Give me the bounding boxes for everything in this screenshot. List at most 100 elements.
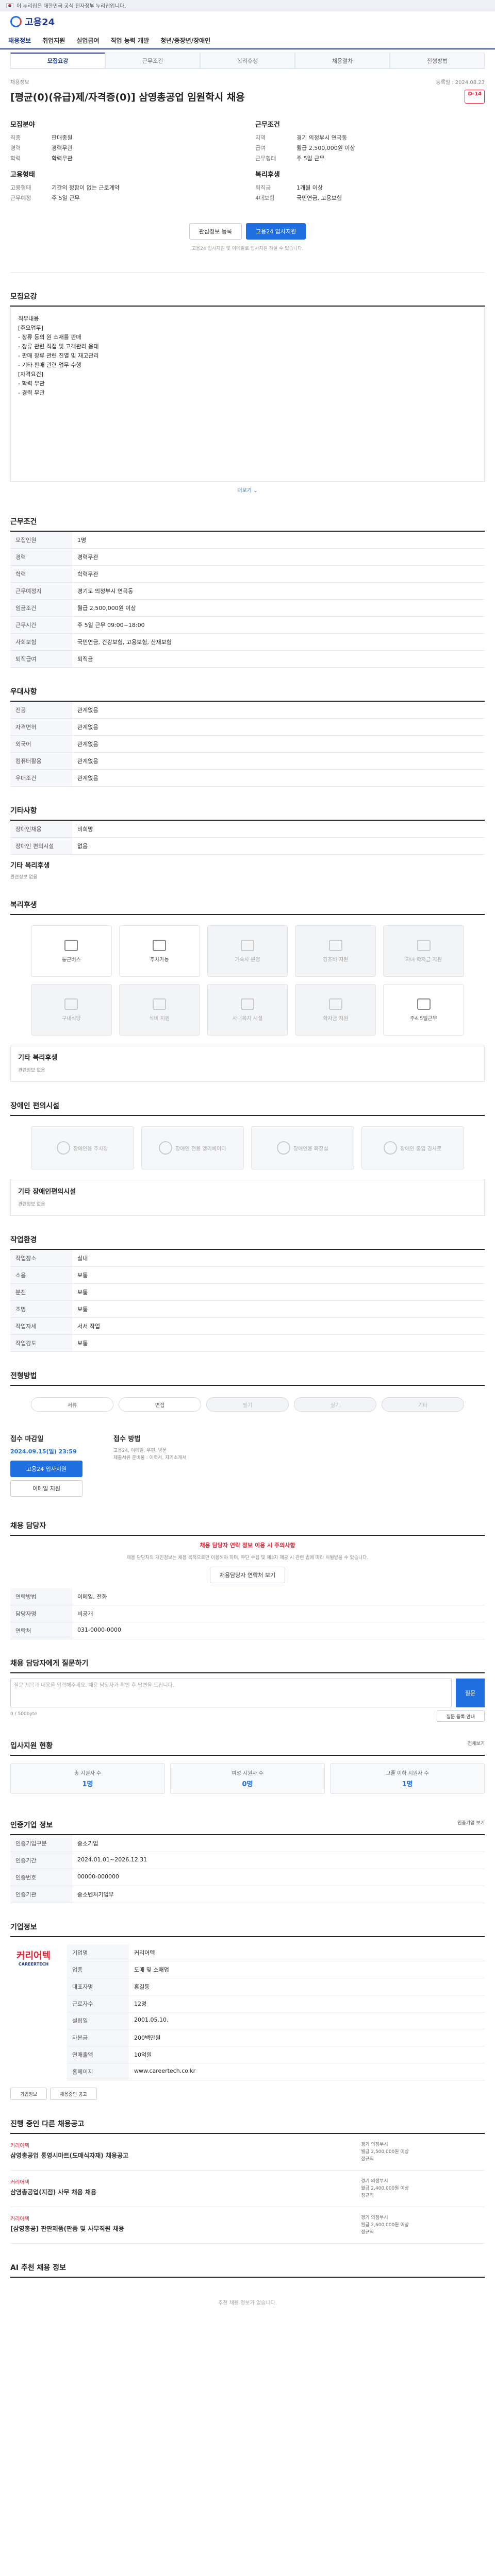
workenv-table: 작업장소 실내 소음 보통 분진 보통 조명 보통 작업자세 서서 작업 작업강도 보통 xyxy=(10,1250,485,1352)
docs-value: 제출서류 준비물 : 이력서, 자기소개서 xyxy=(113,1455,187,1461)
company-jobs-button[interactable]: 채용중인 공고 xyxy=(50,2088,97,2100)
stat-value: 1명 xyxy=(402,1781,413,1788)
job-type: 정규직 xyxy=(361,2193,374,2198)
question-input[interactable]: 질문 제목과 내용을 입력해주세요. 채용 담당자가 확인 후 답변을 드립니다… xyxy=(10,1679,452,1707)
job-item-title[interactable]: [삼영총공] 판판제품(판품 및 사무직원 채용 xyxy=(10,2224,124,2233)
gov-banner: 이 누리집은 대한민국 공식 전자정부 누리집입니다. xyxy=(0,0,495,11)
step-pill: 실기 xyxy=(294,1397,376,1412)
question-guide-button[interactable]: 질문 등록 안내 xyxy=(436,1710,485,1722)
row-value: 2001.05.10. xyxy=(129,2012,485,2029)
table-row: 인증번호 00000-000000 xyxy=(10,1869,485,1886)
preference-section: 우대사항 전공 관계없음 자격면허 관계없음 외국어 관계없음 컴퓨터활용 관계없음 우대조건 관… xyxy=(10,686,485,787)
apply-note: 고용24 입사지원 및 이메일로 입사지원 하실 수 있습니다. xyxy=(191,246,304,251)
row-value: 관계없음 xyxy=(72,752,485,770)
step-pill: 필기 xyxy=(206,1397,289,1412)
job-item-title[interactable]: 삼영총공업(지점) 사무 채용 채용 xyxy=(10,2188,96,2196)
stat-card: 고졸 이하 지원자 수 1명 xyxy=(330,1763,485,1794)
scrap-button[interactable]: 관심정보 등록 xyxy=(189,223,242,240)
stat-label: 총 지원자 수 xyxy=(74,1771,102,1776)
company-section: 기업정보 커리어텍 CAREERTECH 기업명 커리어텍 업종 도매 및 소매업 대표… xyxy=(10,1922,485,2100)
section-title: 기업정보 xyxy=(10,1922,485,1937)
stat-value: 1명 xyxy=(82,1781,93,1788)
step-pill: 기타 xyxy=(382,1397,464,1412)
welfare-icon xyxy=(328,939,342,951)
welfare-icon xyxy=(64,998,78,1010)
deadline-value: 2024.09.15(일) 23:59 xyxy=(10,1448,77,1455)
kv-value: 월급 2,500,000원 이상 xyxy=(296,145,355,151)
job-list-item[interactable]: 커리어텍 삼영총공업 통영시마트(도매식자재) 채용공고 경기 의정부시 월급 2,5… xyxy=(10,2134,485,2171)
site-logo[interactable]: 고용24 xyxy=(10,15,55,28)
tab-welfare[interactable]: 복리후생 xyxy=(200,53,295,68)
nav-item-jobs[interactable]: 채용정보 xyxy=(8,36,31,45)
job-salary: 월급 2,500,000원 이상 xyxy=(361,2149,409,2155)
tab-conditions[interactable]: 근무조건 xyxy=(105,53,200,68)
table-row: 인증기간 2024.01.01~2026.12.31 xyxy=(10,1852,485,1869)
nav-item-training[interactable]: 직업 능력 개발 xyxy=(111,36,150,45)
company-info-button[interactable]: 기업정보 xyxy=(10,2088,47,2100)
job-location: 경기 의정부시 xyxy=(361,2179,388,2184)
welfare-label: 주4.5일근무 xyxy=(410,1015,437,1022)
stat-more-link[interactable]: 전체보기 xyxy=(468,1740,485,1751)
row-label: 컴퓨터활용 xyxy=(10,752,72,770)
cert-more-link[interactable]: 인증기업 보기 xyxy=(457,1820,485,1830)
table-row: 연락방법 이메일, 전화 xyxy=(10,1588,485,1605)
row-value: 퇴직금 xyxy=(72,650,485,668)
row-value: 관계없음 xyxy=(72,702,485,719)
job-list-item[interactable]: 커리어텍 [삼영총공] 판판제품(판품 및 사무직원 채용 경기 의정부시 월급 2,… xyxy=(10,2207,485,2244)
conditions-section: 근무조건 모집인원 1명 경력 경력무관 학력 학력무관 근무예정지 경기도 의정부시 연곡동… xyxy=(10,516,485,668)
show-contact-button[interactable]: 채용담당자 연락처 보기 xyxy=(209,1567,286,1583)
question-count: 0 / 500byte xyxy=(10,1711,37,1717)
company-logo: 커리어텍 CAREERTECH xyxy=(10,1944,57,1970)
row-value: 주 5일 근무 09:00~18:00 xyxy=(72,616,485,634)
accessibility-icon xyxy=(159,1141,173,1155)
table-row: 우대조건 관계없음 xyxy=(10,769,485,787)
disability-section: 장애인 편의시설 장애인용 주차장 장애인 전용 엘리베이터 장애인용 화장실 장애인… xyxy=(10,1100,485,1216)
row-label: 연락방법 xyxy=(10,1588,72,1605)
tab-process[interactable]: 채용절차 xyxy=(295,53,390,68)
row-value: 이메일, 전화 xyxy=(72,1588,485,1605)
stat-section: 입사지원 현황 전체보기 총 지원자 수 1명 여성 지원자 수 0명 고졸 이하 지원자… xyxy=(10,1740,485,1801)
table-row: 근무예정지 경기도 의정부시 연곡동 xyxy=(10,582,485,600)
row-label: 근무예정지 xyxy=(10,582,72,600)
kv-key: 고용형태 xyxy=(10,184,31,191)
kv-value: 주 5일 근무 xyxy=(296,155,325,162)
apply-button[interactable]: 고용24 입사지원 xyxy=(246,223,306,240)
tab-recruit[interactable]: 모집요강 xyxy=(10,53,105,68)
manager-section: 채용 담당자 채용 담당자 연락 정보 이용 시 주의사항 채용 담당자의 개인… xyxy=(10,1520,485,1639)
table-row: 홈페이지 www.careertech.co.kr xyxy=(67,2063,485,2080)
table-row: 연매출액 10억원 xyxy=(67,2046,485,2063)
job-item-title[interactable]: 삼영총공업 통영시마트(도매식자재) 채용공고 xyxy=(10,2151,128,2160)
row-value: 비희망 xyxy=(72,821,485,838)
welfare-card: 주4.5일근무 xyxy=(383,984,464,1036)
row-value: 1명 xyxy=(72,532,485,549)
kv-key: 경력 xyxy=(10,145,21,151)
table-row: 작업장소 실내 xyxy=(10,1250,485,1267)
welfare-sub-heading: 기타 복리후생 xyxy=(18,1054,58,1062)
kv-key: 지역 xyxy=(255,134,266,141)
email-apply-button[interactable]: 이메일 지원 xyxy=(10,1480,82,1497)
table-row: 작업강도 보통 xyxy=(10,1334,485,1352)
welfare-note: 관련정보 없음 xyxy=(18,1068,45,1073)
gov-banner-text: 이 누리집은 대한민국 공식 전자정부 누리집입니다. xyxy=(16,4,126,9)
row-label: 기업명 xyxy=(67,1944,129,1961)
table-row: 장애인 편의시설 없음 xyxy=(10,837,485,855)
row-value: 서서 작업 xyxy=(72,1317,485,1335)
table-row: 컴퓨터활용 관계없음 xyxy=(10,752,485,770)
apply-button-2[interactable]: 고용24 입사지원 xyxy=(10,1461,82,1477)
more-button[interactable]: 더보기 ⌄ xyxy=(10,482,485,498)
row-label: 우대조건 xyxy=(10,769,72,787)
disability-label: 장애인용 화장실 xyxy=(293,1146,328,1152)
tab-method[interactable]: 전형방법 xyxy=(390,53,485,68)
cert-table: 인증기업구분 중소기업 인증기간 2024.01.01~2026.12.31 인증번호 0… xyxy=(10,1835,485,1903)
job-list-item[interactable]: 커리어텍 삼영총공업(지점) 사무 채용 채용 경기 의정부시 월급 2,400,00… xyxy=(10,2171,485,2207)
table-row: 조명 보통 xyxy=(10,1300,485,1318)
table-row: 임금조건 월급 2,500,000원 이상 xyxy=(10,599,485,617)
nav-item-benefit[interactable]: 실업급여 xyxy=(76,36,99,45)
row-value: 경력무관 xyxy=(72,548,485,566)
etc-sub-heading: 기타 복리후생 xyxy=(10,862,50,870)
row-label: 임금조건 xyxy=(10,599,72,617)
nav-item-target[interactable]: 청년/중장년/장애인 xyxy=(160,36,210,45)
nav-item-support[interactable]: 취업지원 xyxy=(42,36,65,45)
question-submit-button[interactable]: 질문 xyxy=(456,1679,485,1707)
kv-value: 경력무관 xyxy=(52,145,73,151)
